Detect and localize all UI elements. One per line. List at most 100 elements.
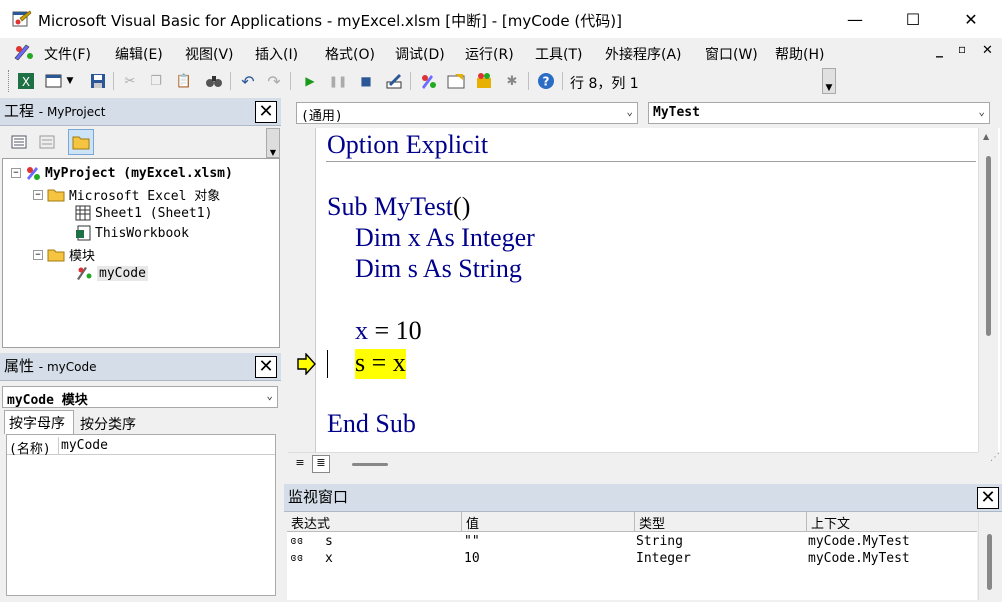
find-icon[interactable] (204, 71, 224, 91)
menu-run[interactable]: 运行(R) (465, 44, 514, 64)
watch-glasses-icon: ɞɞ (290, 534, 304, 547)
tree-node-thisworkbook[interactable]: ThisWorkbook (75, 225, 189, 241)
procedure-dropdown[interactable]: MyTest ⌄ (648, 102, 990, 124)
reset-icon[interactable]: ■ (356, 71, 376, 91)
menu-edit[interactable]: 编辑(E) (115, 44, 163, 64)
paste-icon[interactable]: 📋 (174, 71, 194, 91)
tree-node-sheet1[interactable]: Sheet1 (Sheet1) (75, 205, 212, 221)
code-line-assign-x[interactable]: x = 10 (355, 316, 422, 346)
menu-tools[interactable]: 工具(T) (535, 44, 582, 64)
scrollbar-thumb[interactable] (987, 534, 992, 590)
project-icon (27, 167, 40, 180)
design-mode-icon[interactable] (384, 71, 404, 91)
watch-value[interactable]: 10 (464, 551, 480, 566)
tree-node-project[interactable]: − MyProject (myExcel.xlsm) (11, 165, 233, 181)
menu-help[interactable]: 帮助(H) (775, 44, 824, 64)
object-dropdown[interactable]: (通用) ⌄ (296, 102, 638, 124)
close-project-panel-icon[interactable]: ✕ (255, 101, 277, 123)
watch-column-type[interactable]: 类型 (635, 512, 807, 532)
view-code-icon[interactable] (10, 133, 28, 151)
collapse-icon[interactable]: − (33, 189, 43, 200)
toolbox-icon[interactable]: ✱ (502, 71, 522, 91)
undo-icon[interactable]: ↶ (238, 71, 258, 91)
project-explorer-icon[interactable] (418, 71, 438, 91)
code-vertical-scrollbar[interactable]: ▲ (978, 128, 998, 452)
project-panel-toolbar: ▼ (0, 126, 281, 158)
copy-icon[interactable]: ❐ (146, 71, 166, 91)
toggle-folders-icon[interactable] (68, 129, 94, 155)
watch-row[interactable]: ɞɞ s "" String myCode.MyTest (287, 534, 977, 551)
object-browser-icon[interactable] (474, 71, 494, 91)
scroll-up-icon[interactable]: ▲ (983, 132, 993, 142)
margin-indicator-bar[interactable] (288, 128, 316, 452)
tree-label-sheet1: Sheet1 (Sheet1) (95, 205, 213, 221)
menu-format[interactable]: 格式(O) (325, 44, 375, 64)
watch-value[interactable]: "" (464, 534, 480, 549)
code-var-x: x (355, 316, 368, 345)
tab-alphabetic[interactable]: 按字母序 (4, 410, 74, 434)
run-icon[interactable]: ▶ (300, 71, 320, 91)
procedure-view-icon[interactable]: ≡ (292, 456, 308, 472)
close-properties-panel-icon[interactable]: ✕ (255, 356, 277, 378)
property-row-name[interactable]: (名称) myCode (7, 437, 275, 457)
project-panel-title: 工程 (4, 102, 35, 120)
insert-userform-icon[interactable] (44, 71, 64, 91)
vba-menu-icon[interactable] (12, 42, 36, 62)
mdi-close-button[interactable]: ✕ (982, 43, 993, 58)
watch-column-context[interactable]: 上下文 (807, 512, 977, 532)
code-line-end-sub[interactable]: End Sub (327, 409, 416, 439)
code-line-option-explicit[interactable]: Option Explicit (327, 130, 488, 160)
view-object-icon[interactable] (38, 133, 56, 151)
cut-icon[interactable]: ✂ (120, 71, 140, 91)
code-line-sub-header[interactable]: Sub MyTest() (327, 192, 470, 222)
break-icon[interactable]: ❚❚ (328, 71, 348, 91)
close-watch-window-icon[interactable]: ✕ (977, 487, 999, 509)
code-line-dim-s[interactable]: Dim s As String (355, 254, 522, 284)
watch-row[interactable]: ɞɞ x 10 Integer myCode.MyTest (287, 551, 977, 568)
toolbar-overflow-chevron-icon[interactable]: ▼ (822, 68, 836, 94)
collapse-icon[interactable]: − (33, 249, 43, 260)
save-icon[interactable] (88, 71, 108, 91)
mdi-minimize-button[interactable]: _ (936, 42, 943, 58)
code-bottom-bar: ≡ ≣ (288, 452, 978, 474)
code-line-dim-x[interactable]: Dim x As Integer (355, 223, 535, 253)
minimize-button[interactable]: — (826, 0, 884, 38)
code-keyword-sub: Sub (327, 192, 368, 221)
mdi-restore-button[interactable]: ▫ (958, 42, 966, 56)
code-line-current-execution[interactable]: s = x (355, 349, 406, 379)
menu-insert[interactable]: 插入(I) (255, 44, 298, 64)
watch-column-value[interactable]: 值 (462, 512, 635, 532)
property-name-value[interactable]: myCode (61, 438, 108, 453)
redo-icon[interactable]: ↷ (264, 71, 284, 91)
maximize-button[interactable]: ☐ (884, 0, 942, 38)
menu-window[interactable]: 窗口(W) (705, 44, 758, 64)
tab-categorized[interactable]: 按分类序 (76, 412, 146, 434)
project-tree: − MyProject (myExcel.xlsm) − Microsoft E… (2, 158, 280, 348)
chevron-down-icon: ⌄ (626, 105, 633, 118)
watch-vertical-scrollbar[interactable] (978, 512, 1000, 600)
collapse-icon[interactable]: − (11, 168, 21, 178)
scrollbar-thumb[interactable] (986, 156, 991, 336)
help-icon[interactable]: ? (536, 71, 556, 91)
insert-dropdown-chevron-icon[interactable]: ▼ (64, 71, 76, 91)
tree-node-mycode[interactable]: myCode (75, 265, 148, 281)
properties-window-icon[interactable] (446, 71, 466, 91)
tree-node-modules[interactable]: − 模块 (33, 245, 95, 264)
code-assign-rest: = 10 (368, 316, 422, 345)
view-excel-icon[interactable]: X (16, 71, 36, 91)
horizontal-scrollbar-thumb[interactable] (352, 463, 388, 466)
toolbar-grip[interactable] (8, 70, 11, 92)
object-selector-dropdown[interactable]: myCode 模块 ⌄ (2, 386, 278, 408)
watch-column-expression[interactable]: 表达式 (287, 512, 462, 532)
menu-debug[interactable]: 调试(D) (395, 44, 445, 64)
cursor-position: 行 8，列 1 (570, 76, 639, 92)
project-toolbar-chevron-icon[interactable]: ▼ (266, 128, 280, 158)
menu-view[interactable]: 视图(V) (185, 44, 234, 64)
tree-node-excel-objects[interactable]: − Microsoft Excel 对象 (33, 185, 220, 204)
full-module-view-icon[interactable]: ≣ (312, 455, 330, 473)
menu-addins[interactable]: 外接程序(A) (605, 44, 682, 64)
menu-file[interactable]: 文件(F) (44, 44, 91, 64)
resize-grip-icon: ⋰ (978, 452, 1000, 474)
close-window-button[interactable]: ✕ (942, 0, 1000, 38)
code-editor[interactable] (288, 128, 1000, 452)
